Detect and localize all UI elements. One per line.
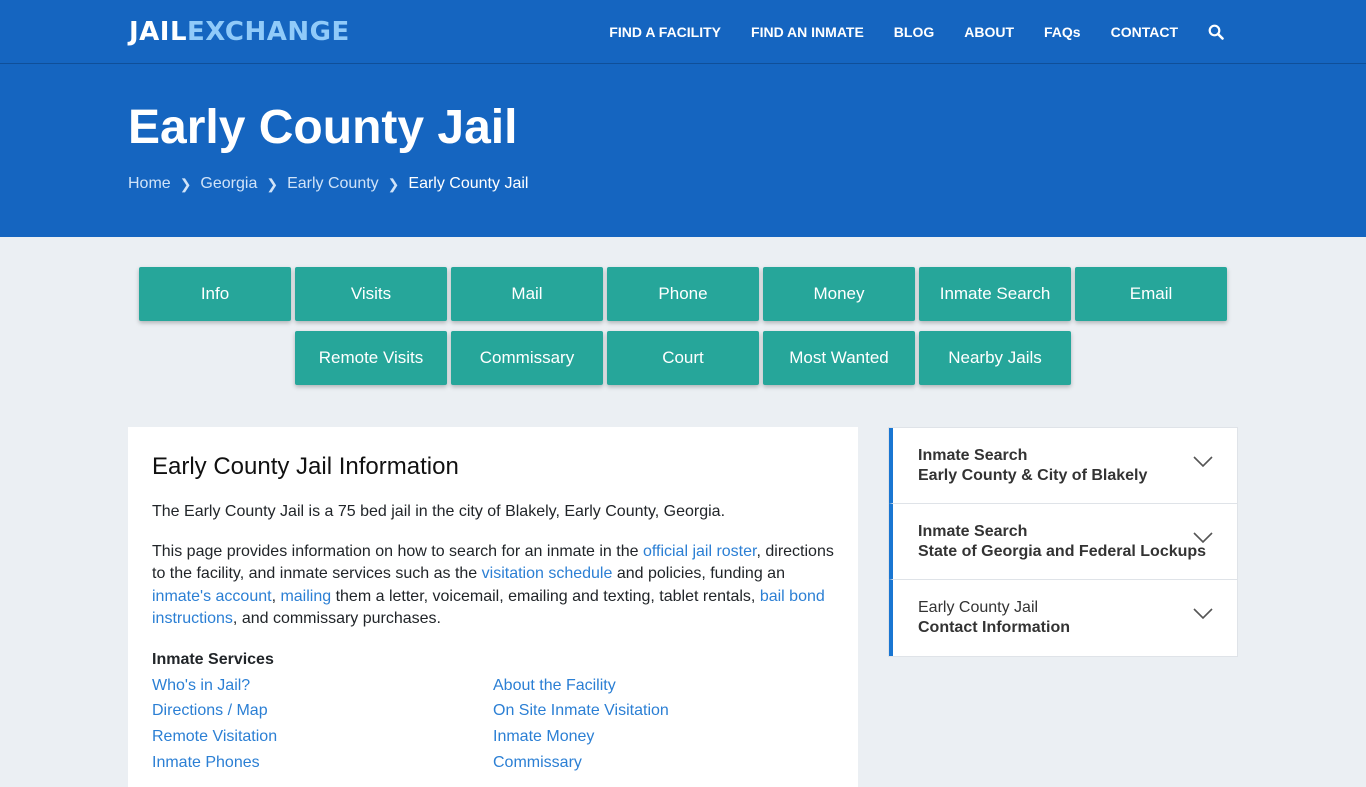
jailexchange-logo[interactable]: JAILEXCHANGE xyxy=(129,17,350,47)
nav-faqs[interactable]: FAQs xyxy=(1044,24,1081,40)
nav-about[interactable]: ABOUT xyxy=(964,24,1014,40)
logo-part-exchange: EXCHANGE xyxy=(187,17,350,47)
accordion-contact-information[interactable]: Early County Jail Contact Information xyxy=(889,580,1237,656)
chevron-down-icon xyxy=(1193,456,1213,468)
info-button[interactable]: Info xyxy=(139,267,291,321)
main-nav: FIND A FACILITY FIND AN INMATE BLOG ABOU… xyxy=(579,0,1224,64)
nav-contact[interactable]: CONTACT xyxy=(1111,24,1178,40)
section-buttons-row-2: Remote Visits Commissary Court Most Want… xyxy=(0,331,1366,385)
breadcrumb-current: Early County Jail xyxy=(408,175,529,192)
section-buttons-row-1: Info Visits Mail Phone Money Inmate Sear… xyxy=(0,267,1366,321)
inmate-services-heading: Inmate Services xyxy=(152,650,274,668)
visits-button[interactable]: Visits xyxy=(295,267,447,321)
nav-blog[interactable]: BLOG xyxy=(894,24,934,40)
court-button[interactable]: Court xyxy=(607,331,759,385)
sidebar-accordion: Inmate Search Early County & City of Bla… xyxy=(888,427,1238,657)
breadcrumb: Home ❯ Georgia ❯ Early County ❯ Early Co… xyxy=(128,175,528,193)
breadcrumb-home[interactable]: Home xyxy=(128,175,171,193)
nav-find-inmate[interactable]: FIND AN INMATE xyxy=(751,24,864,40)
chevron-right-icon: ❯ xyxy=(387,175,400,192)
page-header: Early County Jail Home ❯ Georgia ❯ Early… xyxy=(0,64,1366,237)
inmate-search-button[interactable]: Inmate Search xyxy=(919,267,1071,321)
commissary-button[interactable]: Commissary xyxy=(451,331,603,385)
accordion-subtitle: Early County & City of Blakely xyxy=(918,467,1148,484)
top-navbar: JAILEXCHANGE FIND A FACILITY FIND AN INM… xyxy=(0,0,1366,64)
accordion-inmate-search-county[interactable]: Inmate Search Early County & City of Bla… xyxy=(889,428,1237,504)
official-jail-roster-link[interactable]: official jail roster xyxy=(643,543,757,560)
inmate-phones-link[interactable]: Inmate Phones xyxy=(152,750,493,776)
inmate-services-list: Who's in Jail? About the Facility Direct… xyxy=(152,673,834,776)
chevron-down-icon xyxy=(1193,608,1213,620)
inmate-money-link[interactable]: Inmate Money xyxy=(493,724,793,750)
nav-find-facility[interactable]: FIND A FACILITY xyxy=(609,24,721,40)
accordion-title: Inmate Search xyxy=(918,447,1028,464)
desc-text: and policies, funding an xyxy=(612,565,785,582)
on-site-visitation-link[interactable]: On Site Inmate Visitation xyxy=(493,698,793,724)
breadcrumb-georgia[interactable]: Georgia xyxy=(200,175,257,193)
phone-button[interactable]: Phone xyxy=(607,267,759,321)
nearby-jails-button[interactable]: Nearby Jails xyxy=(919,331,1071,385)
breadcrumb-early-county[interactable]: Early County xyxy=(287,175,379,193)
accordion-subtitle: Contact Information xyxy=(918,619,1070,636)
email-button[interactable]: Email xyxy=(1075,267,1227,321)
money-button[interactable]: Money xyxy=(763,267,915,321)
accordion-inmate-search-state[interactable]: Inmate Search State of Georgia and Feder… xyxy=(889,504,1237,580)
directions-map-link[interactable]: Directions / Map xyxy=(152,698,493,724)
info-card: Early County Jail Information The Early … xyxy=(128,427,858,787)
whos-in-jail-link[interactable]: Who's in Jail? xyxy=(152,673,493,699)
remote-visits-button[interactable]: Remote Visits xyxy=(295,331,447,385)
remote-visitation-link[interactable]: Remote Visitation xyxy=(152,724,493,750)
chevron-down-icon xyxy=(1193,532,1213,544)
visitation-schedule-link[interactable]: visitation schedule xyxy=(482,565,613,582)
desc-text: them a letter, voicemail, emailing and t… xyxy=(331,587,760,605)
chevron-right-icon: ❯ xyxy=(266,175,279,192)
most-wanted-button[interactable]: Most Wanted xyxy=(763,331,915,385)
accordion-title: Early County Jail xyxy=(918,599,1039,616)
inmates-account-link[interactable]: inmate's account xyxy=(152,588,272,605)
info-card-title: Early County Jail Information xyxy=(152,453,459,480)
mailing-link[interactable]: mailing xyxy=(280,588,331,605)
intro-paragraph: The Early County Jail is a 75 bed jail i… xyxy=(152,503,726,520)
commissary-link[interactable]: Commissary xyxy=(493,750,793,776)
desc-text: , and commissary purchases. xyxy=(232,610,441,627)
accordion-subtitle: State of Georgia and Federal Lockups xyxy=(918,543,1207,560)
mail-button[interactable]: Mail xyxy=(451,267,603,321)
about-facility-link[interactable]: About the Facility xyxy=(493,673,793,699)
chevron-right-icon: ❯ xyxy=(179,175,192,192)
description-paragraph: This page provides information on how to… xyxy=(152,541,834,631)
page-title: Early County Jail xyxy=(128,101,518,154)
search-icon[interactable] xyxy=(1208,24,1224,40)
accordion-title: Inmate Search xyxy=(918,523,1028,540)
logo-part-jail: JAIL xyxy=(129,17,188,47)
desc-text: This page provides information on how to… xyxy=(152,542,643,560)
